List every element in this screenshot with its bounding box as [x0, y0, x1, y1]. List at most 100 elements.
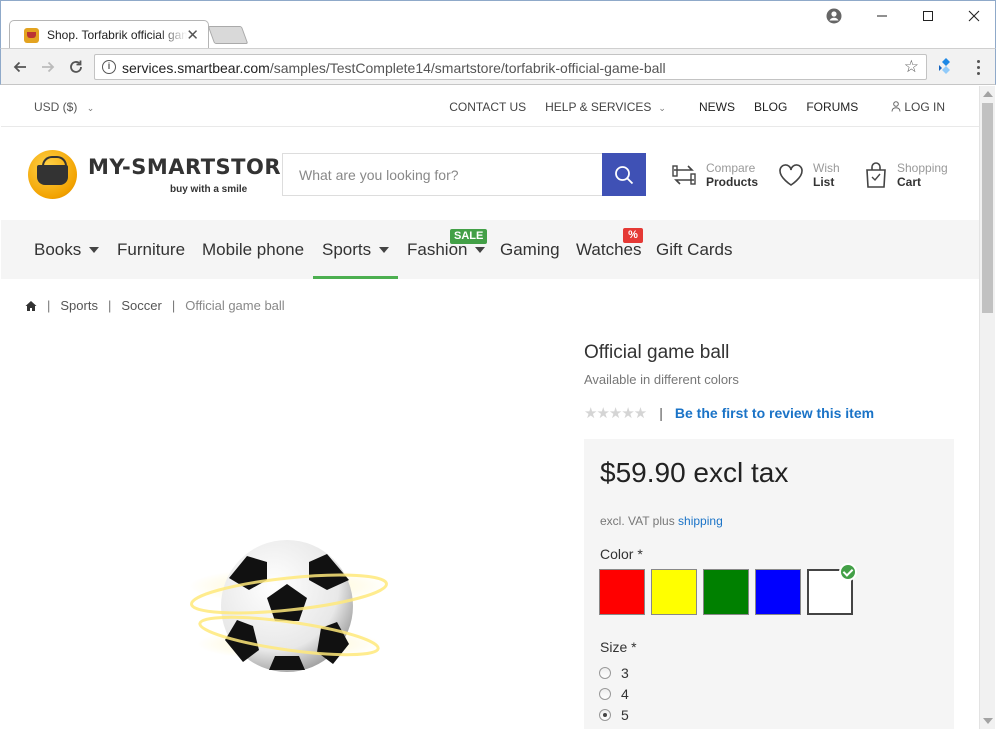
shopping-cart-button[interactable]: Shopping Cart	[863, 158, 948, 192]
browser-titlebar: Shop. Torfabrik official game ball ✕	[0, 0, 996, 49]
address-url: services.smartbear.com/samples/TestCompl…	[122, 60, 666, 76]
product-image[interactable]	[177, 524, 402, 674]
size-value: 3	[621, 664, 629, 681]
breadcrumb-separator: |	[47, 298, 51, 313]
forums-link[interactable]: FORUMS	[806, 100, 858, 114]
size-option-3[interactable]: 3	[599, 662, 629, 683]
size-option-5[interactable]: 5	[599, 704, 629, 725]
nav-mobile-label: Mobile phone	[202, 239, 305, 259]
size-value: 4	[621, 685, 629, 702]
size-label: Size *	[600, 639, 637, 655]
help-services-label: HELP & SERVICES	[545, 100, 652, 114]
color-swatch-white[interactable]	[807, 563, 857, 615]
login-link[interactable]: LOG IN	[891, 100, 945, 114]
nav-item-mobile-phone[interactable]: Mobile phone	[202, 220, 304, 279]
extension-icon[interactable]	[935, 56, 957, 78]
nav-item-gift-cards[interactable]: Gift Cards	[656, 220, 733, 279]
size-radio-selected[interactable]	[599, 708, 611, 721]
logo-name: MY-SMARTSTORE	[88, 155, 296, 179]
nav-item-gaming[interactable]: Gaming	[500, 220, 560, 279]
scroll-thumb[interactable]	[982, 103, 993, 313]
news-link[interactable]: NEWS	[699, 100, 735, 114]
browser-toolbar: i services.smartbear.com/samples/TestCom…	[0, 48, 996, 85]
wish-text: Wish List	[813, 161, 840, 189]
search-input[interactable]	[282, 153, 602, 196]
currency-selector[interactable]: USD ($) ⌄	[34, 100, 94, 114]
address-bar[interactable]: i services.smartbear.com/samples/TestCom…	[94, 54, 927, 80]
help-services-link[interactable]: HELP & SERVICES ⌄	[545, 100, 666, 114]
nav-sports-label: Sports	[322, 239, 372, 259]
shopping-bag-icon	[866, 162, 886, 188]
url-path: /samples/TestComplete14/smartstore/torfa…	[269, 60, 666, 76]
close-window-button[interactable]	[959, 5, 989, 27]
browser-menu-icon[interactable]	[971, 56, 985, 78]
cart-text: Shopping Cart	[897, 161, 948, 189]
maximize-button[interactable]	[913, 5, 943, 27]
utility-bar: USD ($) ⌄ CONTACT US HELP & SERVICES ⌄ NE…	[1, 86, 979, 127]
new-tab-button[interactable]	[207, 26, 249, 44]
write-review-link[interactable]: Be the first to review this item	[675, 405, 874, 421]
browser-tab[interactable]: Shop. Torfabrik official game ball ✕	[9, 20, 209, 49]
sale-badge: SALE	[450, 229, 488, 244]
back-button[interactable]	[9, 56, 31, 78]
store-favicon-icon	[24, 28, 39, 43]
breadcrumb-sports[interactable]: Sports	[60, 298, 98, 313]
page-scrollbar[interactable]	[979, 86, 995, 729]
cart-small: Shopping	[897, 161, 948, 175]
color-label: Color *	[600, 546, 643, 562]
size-radio[interactable]	[599, 687, 611, 700]
caret-down-icon	[475, 246, 486, 253]
wish-big: List	[813, 175, 835, 189]
size-option-4[interactable]: 4	[599, 683, 629, 704]
size-value: 5	[621, 706, 629, 723]
heart-icon	[779, 164, 803, 186]
color-swatch-red[interactable]	[599, 569, 645, 615]
contact-us-link[interactable]: CONTACT US	[449, 100, 526, 114]
forward-button[interactable]	[37, 56, 59, 78]
nav-furniture-label: Furniture	[117, 239, 186, 259]
chevron-down-icon: ⌄	[86, 103, 95, 113]
logo-emblem	[28, 150, 77, 199]
info-icon[interactable]: i	[102, 60, 116, 74]
compare-products-button[interactable]: Compare Products	[670, 158, 758, 192]
product-price: $59.90 excl tax	[600, 457, 789, 488]
color-swatch-blue[interactable]	[755, 569, 801, 615]
minimize-button[interactable]	[867, 5, 897, 27]
rating-row: ★★★★★ | Be the first to review this item	[584, 404, 874, 422]
main-navigation: Books Furniture Mobile phone Sports Fash…	[1, 220, 979, 279]
tax-note-text: excl. VAT plus	[600, 514, 675, 528]
color-swatch-green[interactable]	[703, 569, 749, 615]
shipping-link[interactable]: shipping	[678, 514, 723, 528]
nav-item-furniture[interactable]: Furniture	[117, 220, 185, 279]
compare-small: Compare	[706, 161, 756, 175]
wishlist-button[interactable]: Wish List	[777, 158, 840, 192]
blog-link[interactable]: BLOG	[754, 100, 787, 114]
search-button[interactable]	[602, 153, 646, 196]
product-title: Official game ball	[584, 342, 730, 363]
bookmark-star-icon[interactable]: ☆	[904, 57, 919, 77]
page-viewport: USD ($) ⌄ CONTACT US HELP & SERVICES ⌄ NE…	[1, 86, 979, 729]
basket-icon	[37, 156, 68, 185]
chevron-down-icon: ⌄	[658, 103, 666, 113]
nav-giftcards-label: Gift Cards	[656, 239, 733, 259]
profile-icon[interactable]	[819, 5, 849, 27]
breadcrumb: | Sports | Soccer | Official game ball	[25, 298, 285, 313]
tab-close-icon[interactable]: ✕	[186, 26, 199, 44]
utility-links: CONTACT US HELP & SERVICES ⌄ NEWS BLOG FO…	[449, 100, 945, 114]
nav-books-label: Books	[34, 239, 82, 259]
size-radio[interactable]	[599, 666, 611, 679]
scroll-up-arrow-icon[interactable]	[983, 91, 993, 97]
reload-button[interactable]	[65, 56, 87, 78]
product-subtitle: Available in different colors	[584, 372, 739, 387]
store-logo[interactable]: MY-SMARTSTORE buy with a smile	[28, 150, 295, 200]
url-host: services.smartbear.com	[122, 60, 270, 76]
breadcrumb-soccer[interactable]: Soccer	[121, 298, 161, 313]
scroll-down-arrow-icon[interactable]	[983, 718, 993, 724]
cart-big: Cart	[897, 175, 922, 189]
site-header: MY-SMARTSTORE buy with a smile ComparePr…	[1, 128, 979, 220]
color-swatch-yellow[interactable]	[651, 569, 697, 615]
nav-item-sports[interactable]: Sports	[312, 220, 399, 279]
home-icon[interactable]	[25, 300, 37, 312]
nav-item-books[interactable]: Books	[34, 220, 100, 279]
search-box	[282, 153, 646, 196]
